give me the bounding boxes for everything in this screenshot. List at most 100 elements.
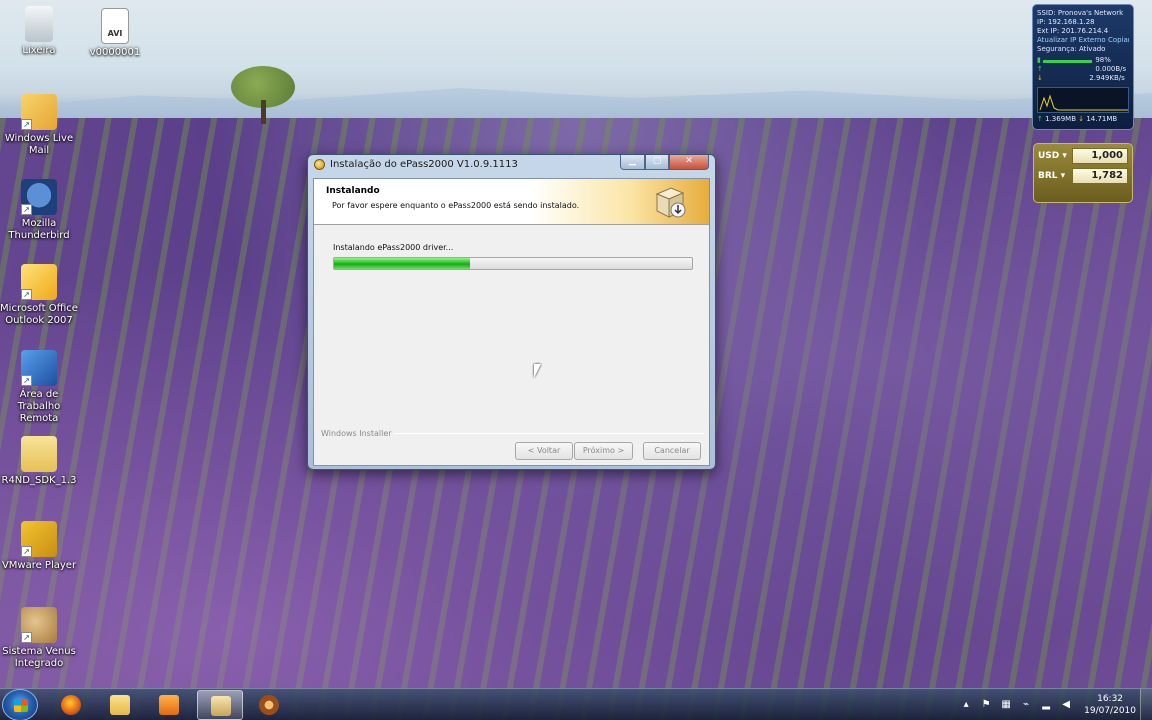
currency-code-text: USD (1038, 151, 1060, 161)
system-tray: ▴ ⚑ ▦ ⌁ ▂ ◀ 16:32 19/07/2010 (956, 689, 1152, 720)
shortcut-arrow-icon: ↗ (21, 632, 32, 643)
flag-icon[interactable]: ⚑ (979, 698, 993, 712)
clock-time: 16:32 (1097, 694, 1124, 704)
currency-code[interactable]: BRL ▾ (1038, 171, 1072, 181)
received-total: 14.71MB (1086, 115, 1118, 123)
signal-bar (1043, 60, 1094, 63)
vmware-icon: ↗ (21, 521, 57, 557)
signal-bar-fill (1043, 60, 1093, 63)
upload-rate: 0.000B/s (1095, 65, 1127, 73)
folder-icon (21, 436, 57, 472)
wallpaper-tree-trunk (261, 100, 266, 124)
ext-ip-text: Ext IP: 201.76.214.4 (1037, 27, 1109, 35)
security-text: Segurança: Ativado (1037, 45, 1106, 53)
upload-arrow-icon: ↑ (1037, 65, 1043, 73)
windows-logo-icon (14, 699, 28, 712)
package-install-icon (655, 187, 686, 218)
install-progress-bar (333, 257, 693, 270)
start-button[interactable] (2, 689, 38, 720)
clock-date: 19/07/2010 (1084, 706, 1136, 716)
avi-file-icon: AVI (101, 8, 129, 44)
taskbar: ▴ ⚑ ▦ ⌁ ▂ ◀ 16:32 19/07/2010 (0, 688, 1152, 720)
taskbar-film-app[interactable] (246, 690, 292, 720)
sent-total: 1.369MB (1045, 115, 1076, 123)
ssid-text: SSID: Pronova's Network (1037, 9, 1124, 17)
currency-value[interactable]: 1,782 (1072, 168, 1128, 184)
currency-row-usd[interactable]: USD ▾ 1,000 (1038, 148, 1128, 164)
outlook-icon: ↗ (21, 264, 57, 300)
currency-value[interactable]: 1,000 (1072, 148, 1128, 164)
desktop-icon-sdk-folder[interactable]: R4ND_SDK_1.3 (0, 436, 78, 487)
desktop-icon-windows-live-mail[interactable]: ↗ Windows Live Mail (0, 94, 78, 157)
desktop-icon-recycle-bin[interactable]: Lixeira (0, 6, 78, 57)
desktop-icon-venus[interactable]: ↗ Sistema Venus Integrado (0, 607, 78, 670)
shortcut-arrow-icon: ↗ (21, 289, 32, 300)
shortcut-arrow-icon: ↗ (21, 204, 32, 215)
taskbar-firefox[interactable] (48, 690, 94, 720)
wifi-icon[interactable]: ▂ (1039, 698, 1053, 712)
desktop-icon-avi-file[interactable]: AVI v0000001 (76, 8, 154, 59)
show-hidden-icon[interactable]: ▴ (959, 698, 973, 712)
thunderbird-icon: ↗ (21, 179, 57, 215)
network-icon[interactable]: ▦ (999, 698, 1013, 712)
window-titlebar[interactable]: Instalação do ePass2000 V1.0.9.1113 ▁ ▢ … (308, 155, 715, 176)
mouse-pointer-icon (534, 364, 541, 378)
desktop-icon-label: Sistema Venus Integrado (2, 646, 76, 669)
installer-window: Instalação do ePass2000 V1.0.9.1113 ▁ ▢ … (307, 154, 716, 470)
shortcut-arrow-icon: ↗ (21, 119, 32, 130)
desktop-icon-outlook[interactable]: ↗ Microsoft Office Outlook 2007 (0, 264, 78, 327)
sent-arrow-icon: ↑ (1037, 115, 1043, 123)
copy-link[interactable]: Copiar (1108, 36, 1129, 44)
volume-icon[interactable]: ◀ (1059, 698, 1073, 712)
desktop-icon-remote-desktop[interactable]: ↗ Área de Trabalho Remota (0, 350, 78, 425)
window-title: Instalação do ePass2000 V1.0.9.1113 (330, 159, 518, 170)
network-meter-gadget: SSID: Pronova's Network IP: 192.168.1.28… (1032, 4, 1134, 130)
refresh-external-ip-link[interactable]: Atualizar IP Externo (1037, 36, 1106, 44)
currency-row-brl[interactable]: BRL ▾ 1,782 (1038, 168, 1128, 184)
desktop-icon-label: R4ND_SDK_1.3 (1, 475, 77, 486)
windows-live-mail-icon: ↗ (21, 94, 57, 130)
installer-content: Instalando Por favor espere enquanto o e… (313, 178, 710, 466)
window-controls: ▁ ▢ ✕ (620, 155, 709, 170)
desktop-icon-label: Mozilla Thunderbird (8, 218, 70, 241)
signal-icon: ▮ (1037, 56, 1041, 64)
desktop-icon-thunderbird[interactable]: ↗ Mozilla Thunderbird (0, 179, 78, 242)
recycle-bin-icon (25, 6, 53, 42)
desktop-icon-label: Área de Trabalho Remota (17, 389, 61, 424)
installer-icon (211, 696, 231, 716)
received-arrow-icon: ↓ (1078, 115, 1085, 123)
taskbar-installer[interactable] (197, 690, 243, 720)
taskbar-media-player[interactable] (146, 690, 192, 720)
signal-text: 98% (1095, 56, 1111, 64)
cancel-button[interactable]: Cancelar (643, 442, 701, 460)
desktop-icon-label: VMware Player (1, 560, 77, 571)
remote-desktop-icon: ↗ (21, 350, 57, 386)
ip-text: IP: 192.168.1.28 (1037, 18, 1095, 26)
desktop-icon-label: Windows Live Mail (4, 133, 74, 156)
back-button[interactable]: < Voltar (515, 442, 573, 460)
installer-header: Instalando Por favor espere enquanto o e… (314, 179, 709, 225)
close-button[interactable]: ✕ (669, 155, 709, 170)
taskbar-clock[interactable]: 16:32 19/07/2010 (1084, 693, 1136, 717)
next-button[interactable]: Próximo > (574, 442, 633, 460)
taskbar-explorer[interactable] (97, 690, 143, 720)
desktop-icon-label: Lixeira (22, 45, 56, 56)
currency-code[interactable]: USD ▾ (1038, 151, 1072, 161)
desktop-icon-label: v0000001 (89, 47, 141, 58)
progress-status-text: Instalando ePass2000 driver... (333, 243, 454, 252)
download-rate: 2.949KB/s (1089, 74, 1125, 82)
film-reel-icon (259, 695, 279, 715)
maximize-button[interactable]: ▢ (645, 155, 669, 170)
desktop-icon-vmware-player[interactable]: ↗ VMware Player (0, 521, 78, 572)
show-desktop-button[interactable] (1140, 689, 1152, 720)
minimize-button[interactable]: ▁ (620, 155, 645, 170)
download-arrow-icon: ↓ (1037, 74, 1043, 82)
progress-bar-fill (334, 258, 471, 269)
venus-icon: ↗ (21, 607, 57, 643)
avi-badge: AVI (107, 29, 123, 38)
usb-icon[interactable]: ⌁ (1019, 698, 1033, 712)
footer-separator (394, 433, 704, 434)
desktop-icon-label: Microsoft Office Outlook 2007 (0, 303, 78, 326)
header-subtitle: Por favor espere enquanto o ePass2000 es… (332, 201, 580, 210)
folder-icon (110, 695, 130, 715)
